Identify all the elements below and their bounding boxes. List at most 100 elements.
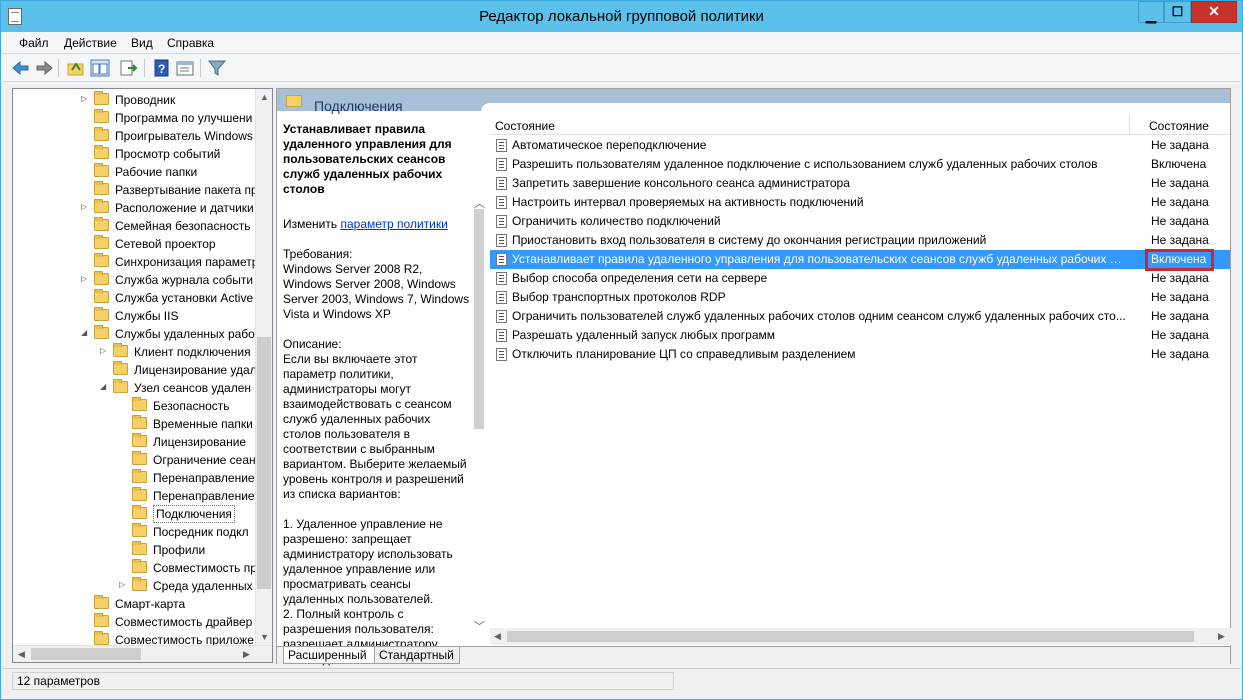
setting-name: Приостановить вход пользователя в систем… bbox=[512, 233, 987, 247]
edit-policy-line: Изменить параметр политики bbox=[283, 217, 471, 232]
desc-scroll-thumb[interactable] bbox=[474, 209, 484, 429]
tree-item[interactable]: Совместимость пр bbox=[13, 559, 258, 577]
tree-item[interactable]: Просмотр событий bbox=[13, 145, 258, 163]
folder-icon bbox=[132, 397, 147, 411]
properties-icon[interactable] bbox=[175, 59, 195, 77]
setting-row[interactable]: Отключить планирование ЦП со справедливы… bbox=[490, 345, 1230, 364]
menu-view[interactable]: Вид bbox=[131, 36, 153, 50]
tree-item[interactable]: Лицензирование удал bbox=[13, 361, 258, 379]
tree-vertical-scrollbar[interactable]: ▲ ▼ bbox=[255, 89, 272, 645]
edit-policy-link[interactable]: параметр политики bbox=[340, 217, 447, 231]
column-header-setting[interactable]: Состояние bbox=[495, 119, 555, 133]
filter-icon[interactable] bbox=[207, 59, 227, 77]
column-header-state[interactable]: Состояние bbox=[1149, 119, 1209, 133]
minimize-button[interactable]: ▁ bbox=[1138, 1, 1164, 23]
tree-item[interactable]: Программа по улучшени bbox=[13, 109, 258, 127]
tree-item[interactable]: ▷ Среда удаленных с bbox=[13, 577, 262, 595]
up-folder-icon[interactable] bbox=[66, 59, 86, 77]
menu-action[interactable]: Действие bbox=[64, 36, 117, 50]
tree-hscroll-thumb[interactable] bbox=[31, 648, 141, 660]
collapse-icon[interactable]: ◢ bbox=[100, 382, 110, 391]
setting-name: Настроить интервал проверяемых на активн… bbox=[512, 195, 864, 209]
setting-row[interactable]: Приостановить вход пользователя в систем… bbox=[490, 231, 1230, 250]
setting-row[interactable]: Выбор способа определения сети на сервер… bbox=[490, 269, 1230, 288]
setting-row[interactable]: Разрешать удаленный запуск любых програм… bbox=[490, 326, 1230, 345]
folder-icon bbox=[132, 469, 147, 483]
tree-item[interactable]: Сетевой проектор bbox=[13, 235, 258, 253]
list-hscroll-thumb[interactable] bbox=[507, 631, 1194, 642]
tree-item[interactable]: Развертывание пакета пр bbox=[13, 181, 258, 199]
folder-icon bbox=[132, 559, 147, 573]
tree-item[interactable]: ◢ Службы удаленных рабо bbox=[13, 325, 258, 343]
tree-item[interactable]: ▷ Расположение и датчики bbox=[13, 199, 258, 217]
tree-item[interactable]: Семейная безопасность bbox=[13, 217, 258, 235]
column-divider[interactable] bbox=[1129, 116, 1130, 135]
expand-icon[interactable]: ▷ bbox=[81, 202, 91, 211]
menu-help[interactable]: Справка bbox=[167, 36, 214, 50]
navigation-tree[interactable]: ▷ Проводник Программа по улучшени Проигрыва… bbox=[12, 88, 273, 663]
setting-row[interactable]: Настроить интервал проверяемых на активн… bbox=[490, 193, 1230, 212]
maximize-button[interactable]: ☐ bbox=[1164, 1, 1191, 23]
details-panel: Подключения Устанавливает правила удален… bbox=[276, 88, 1231, 666]
scroll-right-icon[interactable]: ▶ bbox=[243, 649, 250, 660]
desc-scroll-down-icon[interactable]: ﹀ bbox=[474, 618, 485, 634]
tree-horizontal-scrollbar[interactable]: ◀ ▶ bbox=[13, 645, 272, 662]
setting-row[interactable]: Запретить завершение консольного сеанса … bbox=[490, 174, 1230, 193]
tree-item[interactable]: Профили bbox=[13, 541, 258, 559]
list-scroll-right-icon[interactable]: ▶ bbox=[1218, 631, 1225, 642]
tree-item[interactable]: Перенаправление bbox=[13, 469, 258, 487]
setting-row[interactable]: Выбор транспортных протоколов RDP Не зада… bbox=[490, 288, 1230, 307]
forward-icon[interactable] bbox=[34, 59, 54, 77]
tree-scroll-thumb[interactable] bbox=[257, 337, 271, 589]
close-icon: ✕ bbox=[1208, 3, 1220, 19]
tab-standard[interactable]: Стандартный bbox=[375, 647, 460, 664]
setting-row[interactable]: Ограничить пользователей служб удаленных… bbox=[490, 307, 1230, 326]
setting-row[interactable]: Устанавливает правила удаленного управле… bbox=[490, 249, 1230, 271]
tree-item[interactable]: Синхронизация параметр bbox=[13, 253, 258, 271]
help-icon[interactable]: ? bbox=[152, 59, 172, 77]
scroll-left-icon[interactable]: ◀ bbox=[18, 649, 25, 660]
tree-item[interactable]: Подключения bbox=[13, 505, 258, 523]
requirements-text: Windows Server 2008 R2, Windows Server 2… bbox=[283, 262, 470, 321]
tree-item[interactable]: ▷ Служба журнала событи bbox=[13, 271, 258, 289]
tree-item[interactable]: Ограничение сеан bbox=[13, 451, 258, 469]
tree-item[interactable]: Безопасность bbox=[13, 397, 258, 415]
folder-icon bbox=[94, 325, 109, 339]
tree-item[interactable]: Совместимость драйвер bbox=[13, 613, 258, 631]
tree-item[interactable]: Посредник подкл bbox=[13, 523, 258, 541]
list-horizontal-scrollbar[interactable]: ◀ ▶ bbox=[490, 628, 1231, 645]
collapse-icon[interactable]: ◢ bbox=[81, 328, 91, 337]
setting-row[interactable]: Ограничить количество подключений Не зада… bbox=[490, 212, 1230, 231]
tree-item[interactable]: Служба установки Active bbox=[13, 289, 258, 307]
setting-row[interactable]: Автоматическое переподключение Не задана bbox=[490, 136, 1230, 155]
description-scrollbar[interactable]: ︿ ﹀ bbox=[472, 195, 487, 634]
show-hide-tree-icon[interactable] bbox=[90, 59, 110, 77]
tree-item-label: Просмотр событий bbox=[115, 147, 221, 161]
expand-icon[interactable]: ▷ bbox=[119, 580, 129, 589]
tab-extended[interactable]: Расширенный bbox=[283, 647, 375, 664]
setting-row[interactable]: Разрешить пользователям удаленное подклю… bbox=[490, 155, 1230, 174]
back-icon[interactable] bbox=[11, 59, 31, 77]
tree-item[interactable]: Рабочие папки bbox=[13, 163, 258, 181]
policy-setting-icon bbox=[496, 348, 507, 361]
tree-item[interactable]: ◢ Узел сеансов удален bbox=[13, 379, 258, 397]
menu-file[interactable]: Файл bbox=[19, 36, 49, 50]
tree-item[interactable]: Смарт-карта bbox=[13, 595, 258, 613]
tree-item[interactable]: Службы IIS bbox=[13, 307, 258, 325]
tree-item[interactable]: Перенаправление bbox=[13, 487, 258, 505]
setting-state: Не задана bbox=[1151, 214, 1209, 228]
tree-item[interactable]: Временные папки bbox=[13, 415, 258, 433]
expand-icon[interactable]: ▷ bbox=[81, 94, 91, 103]
export-list-icon[interactable] bbox=[119, 59, 139, 77]
expand-icon[interactable]: ▷ bbox=[81, 274, 91, 283]
scroll-down-icon[interactable]: ▼ bbox=[260, 632, 269, 642]
scroll-up-icon[interactable]: ▲ bbox=[260, 92, 269, 102]
title-bar[interactable]: Редактор локальной групповой политики ▁ … bbox=[1, 1, 1242, 32]
tree-item[interactable]: Лицензирование bbox=[13, 433, 258, 451]
list-scroll-left-icon[interactable]: ◀ bbox=[494, 631, 501, 642]
tree-item[interactable]: Проигрыватель Windows bbox=[13, 127, 258, 145]
close-button[interactable]: ✕ bbox=[1191, 1, 1237, 23]
tree-item[interactable]: ▷ Клиент подключения bbox=[13, 343, 258, 361]
tree-item[interactable]: ▷ Проводник bbox=[13, 91, 258, 109]
expand-icon[interactable]: ▷ bbox=[100, 346, 110, 355]
